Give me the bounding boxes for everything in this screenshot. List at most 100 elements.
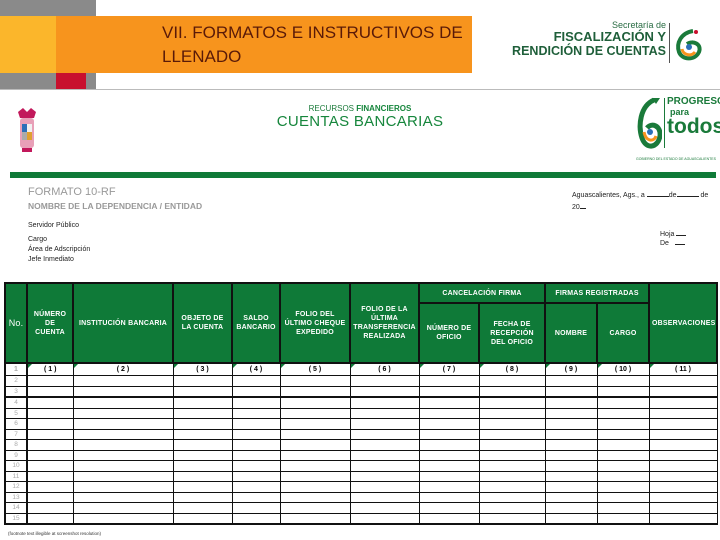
de-blank[interactable]	[674, 237, 685, 245]
cell-folio-cheque[interactable]: ( 5 )	[279, 362, 351, 376]
cell-institucion[interactable]	[72, 491, 174, 503]
cell-objeto[interactable]: ( 3 )	[172, 362, 233, 376]
cell-cargo[interactable]	[596, 502, 650, 514]
cell-observaciones[interactable]	[648, 460, 718, 472]
cell-institucion[interactable]	[72, 418, 174, 430]
cell-nombre[interactable]	[544, 502, 598, 514]
cell-fecha-recepcion[interactable]	[478, 375, 546, 387]
cell-cargo[interactable]	[596, 481, 650, 493]
year-blank[interactable]	[579, 201, 586, 209]
cell-observaciones[interactable]	[648, 470, 718, 482]
cell-folio-cheque[interactable]	[279, 396, 351, 409]
cell-folio-cheque[interactable]	[279, 470, 351, 482]
cell-numero-cuenta[interactable]	[26, 470, 74, 482]
cell-numero-oficio[interactable]	[418, 449, 480, 461]
cell-observaciones[interactable]	[648, 491, 718, 503]
cell-nombre[interactable]	[544, 385, 598, 398]
cell-numero-cuenta[interactable]	[26, 385, 74, 398]
cell-fecha-recepcion[interactable]	[478, 512, 546, 525]
cell-institucion[interactable]	[72, 407, 174, 419]
cell-observaciones[interactable]	[648, 512, 718, 525]
cell-nombre[interactable]	[544, 428, 598, 440]
cell-numero-oficio[interactable]	[418, 407, 480, 419]
cell-folio-cheque[interactable]	[279, 449, 351, 461]
cell-saldo[interactable]	[231, 491, 281, 503]
cell-institucion[interactable]	[72, 502, 174, 514]
cell-folio-transferencia[interactable]	[349, 460, 420, 472]
cell-cargo[interactable]	[596, 407, 650, 419]
cell-institucion[interactable]	[72, 385, 174, 398]
cell-cargo[interactable]	[596, 460, 650, 472]
cell-objeto[interactable]	[172, 385, 233, 398]
cell-folio-transferencia[interactable]	[349, 470, 420, 482]
cell-numero-cuenta[interactable]	[26, 512, 74, 525]
cell-saldo[interactable]	[231, 396, 281, 409]
cell-objeto[interactable]	[172, 491, 233, 503]
cell-saldo[interactable]	[231, 481, 281, 493]
cell-numero-oficio[interactable]: ( 7 )	[418, 362, 480, 376]
cell-institucion[interactable]	[72, 470, 174, 482]
cell-numero-cuenta[interactable]	[26, 502, 74, 514]
cell-institucion[interactable]	[72, 481, 174, 493]
cell-institucion[interactable]	[72, 428, 174, 440]
cell-institucion[interactable]	[72, 512, 174, 525]
cell-observaciones[interactable]	[648, 396, 718, 409]
cell-numero-oficio[interactable]	[418, 375, 480, 387]
cell-nombre[interactable]	[544, 418, 598, 430]
cell-saldo[interactable]	[231, 407, 281, 419]
cell-folio-cheque[interactable]	[279, 418, 351, 430]
cell-nombre[interactable]	[544, 512, 598, 525]
cell-numero-cuenta[interactable]	[26, 375, 74, 387]
cell-nombre[interactable]	[544, 396, 598, 409]
cell-folio-cheque[interactable]	[279, 460, 351, 472]
cell-numero-cuenta[interactable]	[26, 418, 74, 430]
cell-observaciones[interactable]	[648, 502, 718, 514]
cell-observaciones[interactable]	[648, 385, 718, 398]
cell-folio-transferencia[interactable]: ( 6 )	[349, 362, 420, 376]
cell-observaciones[interactable]	[648, 407, 718, 419]
cell-observaciones[interactable]	[648, 481, 718, 493]
cell-fecha-recepcion[interactable]	[478, 396, 546, 409]
cell-objeto[interactable]	[172, 512, 233, 525]
cell-folio-transferencia[interactable]	[349, 481, 420, 493]
cell-saldo[interactable]	[231, 449, 281, 461]
cell-numero-cuenta[interactable]	[26, 460, 74, 472]
cell-institucion[interactable]	[72, 439, 174, 451]
cell-saldo[interactable]	[231, 385, 281, 398]
cell-folio-cheque[interactable]	[279, 428, 351, 440]
cell-fecha-recepcion[interactable]	[478, 460, 546, 472]
cell-folio-transferencia[interactable]	[349, 418, 420, 430]
cell-cargo[interactable]	[596, 512, 650, 525]
cell-fecha-recepcion[interactable]	[478, 502, 546, 514]
cell-numero-cuenta[interactable]	[26, 481, 74, 493]
cell-observaciones[interactable]: ( 11 )	[648, 362, 718, 376]
cell-nombre[interactable]	[544, 449, 598, 461]
cell-numero-oficio[interactable]	[418, 428, 480, 440]
cell-numero-oficio[interactable]	[418, 396, 480, 409]
month-blank[interactable]	[676, 189, 699, 197]
cell-folio-transferencia[interactable]	[349, 512, 420, 525]
cell-nombre[interactable]	[544, 491, 598, 503]
cell-objeto[interactable]	[172, 418, 233, 430]
cell-folio-transferencia[interactable]	[349, 375, 420, 387]
cell-numero-oficio[interactable]	[418, 470, 480, 482]
cell-saldo[interactable]	[231, 439, 281, 451]
cell-observaciones[interactable]	[648, 449, 718, 461]
cell-folio-cheque[interactable]	[279, 439, 351, 451]
cell-numero-cuenta[interactable]: ( 1 )	[26, 362, 74, 376]
cell-numero-oficio[interactable]	[418, 512, 480, 525]
cell-cargo[interactable]	[596, 470, 650, 482]
cell-numero-cuenta[interactable]	[26, 449, 74, 461]
cell-cargo[interactable]: ( 10 )	[596, 362, 650, 376]
cell-folio-transferencia[interactable]	[349, 396, 420, 409]
cell-numero-oficio[interactable]	[418, 418, 480, 430]
cell-fecha-recepcion[interactable]	[478, 491, 546, 503]
cell-observaciones[interactable]	[648, 439, 718, 451]
cell-observaciones[interactable]	[648, 418, 718, 430]
cell-objeto[interactable]	[172, 502, 233, 514]
cell-fecha-recepcion[interactable]	[478, 428, 546, 440]
cell-folio-transferencia[interactable]	[349, 439, 420, 451]
cell-folio-transferencia[interactable]	[349, 407, 420, 419]
cell-folio-transferencia[interactable]	[349, 428, 420, 440]
cell-fecha-recepcion[interactable]	[478, 470, 546, 482]
